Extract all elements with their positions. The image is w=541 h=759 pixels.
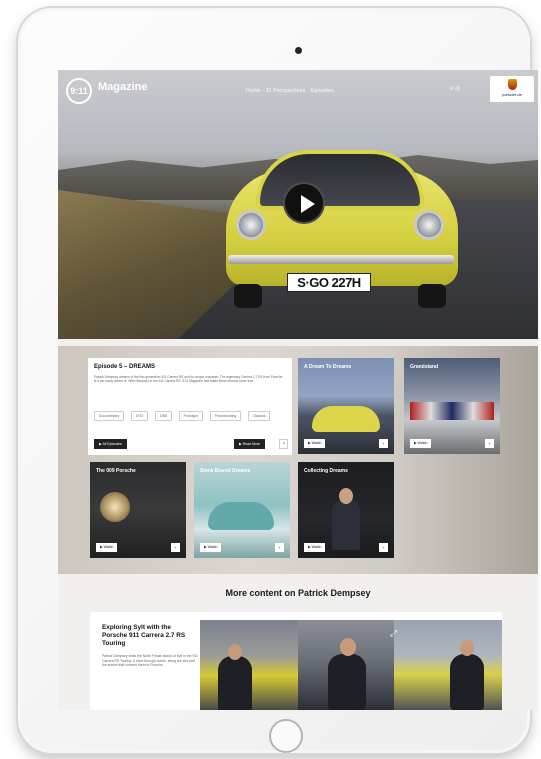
feature-title: Exploring Sylt with the Porsche 911 Carr… (102, 624, 186, 647)
right-wheel (418, 284, 446, 308)
read-more-button[interactable]: ▶ Read More (234, 439, 265, 449)
episode-card: Episode 5 – DREAMS Patrick Dempsey dream… (88, 358, 292, 455)
watch-button[interactable]: ▶ Watch (304, 439, 326, 448)
episode-title: Episode 5 – DREAMS (94, 364, 156, 370)
thumbnail-title: The 009 Porsche (96, 468, 136, 474)
expand-icon[interactable]: ⤢ (390, 628, 397, 639)
tag[interactable]: Documentary (94, 411, 125, 421)
brand-text: porsche.de (502, 92, 522, 97)
person-image (328, 654, 366, 710)
add-icon[interactable]: + (379, 543, 388, 552)
watch-button[interactable]: ▶ Watch (200, 543, 222, 552)
episode-thumbnail[interactable]: A Dream To Dreams ▶ Watch + (298, 358, 394, 454)
tag[interactable]: 1973 (130, 411, 149, 421)
yellow-car-image (312, 406, 380, 432)
top-navigation: 9:11 Magazine Home · 11 Perspectives · E… (58, 70, 538, 106)
tag-list: Documentary 1973 1968 Prototype Photosho… (94, 404, 290, 424)
feature-photo (200, 620, 298, 710)
feature-photo (394, 620, 502, 710)
tablet-frame: S·GO 227H 9:11 Magazine Home · 11 Perspe… (18, 8, 538, 753)
thumbnail-title: A Dream To Dreams (304, 364, 352, 370)
headlight-image (100, 492, 130, 522)
tag[interactable]: Photoshooting (209, 411, 242, 421)
thumbnail-title: Collecting Dreams (304, 468, 348, 474)
tag[interactable]: Classics (247, 411, 271, 421)
race-cars-image (410, 402, 494, 420)
play-button[interactable] (283, 182, 325, 224)
tag[interactable]: Prototype (178, 411, 204, 421)
license-plate: S·GO 227H (287, 273, 371, 292)
episode-description: Patrick Dempsey dreams of the first gene… (94, 375, 283, 383)
porsche-crest-icon (508, 79, 517, 90)
person-head-image (340, 638, 356, 656)
episodes-section: Episode 5 – DREAMS Patrick Dempsey dream… (58, 346, 538, 574)
thumbnail-title: Grandstand (410, 364, 439, 370)
watch-button[interactable]: ▶ Watch (410, 439, 432, 448)
watch-button[interactable]: ▶ Watch (96, 543, 118, 552)
front-bumper (228, 255, 454, 264)
feature-photo (298, 620, 394, 710)
share-button[interactable]: ↗ (279, 439, 288, 449)
left-wheel (234, 284, 262, 308)
all-episodes-button[interactable]: ▶ All Episodes (94, 439, 127, 449)
person-head-image (228, 644, 242, 660)
porsche-brand-link[interactable]: porsche.de (490, 76, 534, 102)
episode-thumbnail[interactable]: Grandstand ▶ Watch + (404, 358, 500, 454)
nav-links[interactable]: Home · 11 Perspectives · Episodes (246, 88, 334, 94)
man-in-suit-image (332, 500, 360, 550)
man-head-image (339, 488, 353, 504)
site-logo-text[interactable]: Magazine (98, 81, 148, 93)
site-logo-mark[interactable]: 9:11 (66, 78, 92, 104)
episode-thumbnail[interactable]: Collecting Dreams ▶ Watch + (298, 462, 394, 558)
feature-card[interactable]: Exploring Sylt with the Porsche 911 Carr… (90, 612, 502, 710)
person-image (218, 656, 252, 710)
feature-description: Patrick Dempsey visits the North Frisian… (102, 654, 198, 667)
thumbnail-title: Snow Bound Dreams (200, 468, 251, 474)
home-button[interactable] (269, 719, 303, 753)
car-windshield (256, 150, 424, 210)
add-icon[interactable]: + (379, 439, 388, 448)
episode-thumbnail[interactable]: Snow Bound Dreams ▶ Watch + (194, 462, 290, 558)
screen: S·GO 227H 9:11 Magazine Home · 11 Perspe… (58, 70, 538, 710)
front-camera (295, 47, 302, 54)
play-icon (301, 195, 315, 213)
more-content-heading: More content on Patrick Dempsey (225, 588, 371, 598)
add-icon[interactable]: + (485, 439, 494, 448)
hero-video[interactable]: S·GO 227H 9:11 Magazine Home · 11 Perspe… (58, 70, 538, 339)
add-icon[interactable]: + (171, 543, 180, 552)
episode-thumbnail[interactable]: The 009 Porsche ▶ Watch + (90, 462, 186, 558)
snow-car-image (208, 502, 274, 530)
watch-button[interactable]: ▶ Watch (304, 543, 326, 552)
right-headlight (414, 210, 444, 240)
person-image (450, 654, 484, 710)
person-head-image (460, 640, 474, 656)
tag[interactable]: 1968 (154, 411, 173, 421)
left-headlight (236, 210, 266, 240)
menu-search-icons[interactable]: ≡ ◎ (450, 85, 460, 92)
add-icon[interactable]: + (275, 543, 284, 552)
